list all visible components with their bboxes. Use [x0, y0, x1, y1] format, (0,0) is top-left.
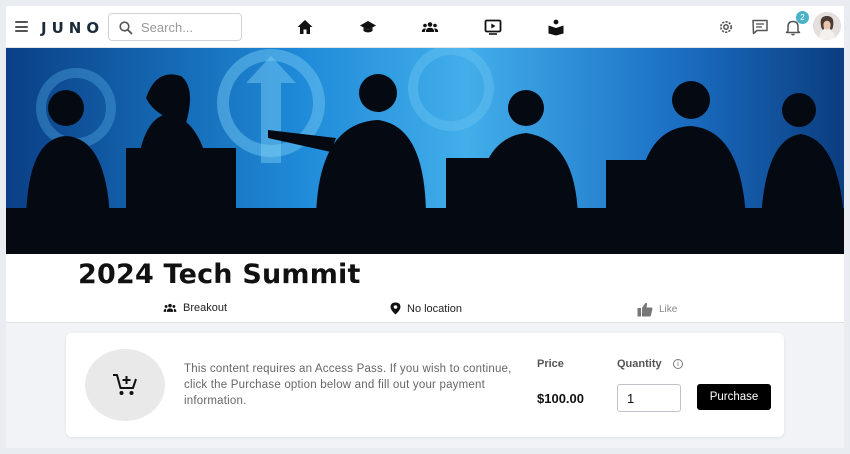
app-frame: JUNO 2 [6, 6, 844, 448]
home-icon[interactable] [296, 18, 314, 36]
search-icon [119, 21, 133, 35]
search-box[interactable] [108, 13, 242, 41]
like-label: Like [659, 304, 678, 315]
purchase-button[interactable]: Purchase [697, 384, 771, 410]
event-banner-image [6, 48, 844, 254]
event-type: Breakout [163, 302, 227, 314]
logo[interactable]: JUNO [41, 19, 104, 37]
quantity-label: Quantity [617, 358, 662, 370]
page-title: 2024 Tech Summit [78, 259, 361, 290]
notification-badge: 2 [796, 11, 809, 24]
access-pass-message: This content requires an Access Pass. If… [184, 363, 512, 407]
video-icon[interactable] [484, 18, 502, 36]
event-location-label: No location [407, 302, 463, 315]
cart-icon-container [85, 349, 165, 421]
price-label: Price [537, 358, 564, 370]
event-type-label: Breakout [183, 302, 228, 314]
location-pin-icon [390, 302, 401, 315]
top-nav-bar: JUNO 2 [6, 6, 844, 48]
book-reader-icon[interactable] [547, 18, 565, 36]
quantity-input[interactable] [617, 384, 681, 412]
graduation-cap-icon[interactable] [359, 18, 377, 36]
info-icon[interactable]: i [673, 359, 683, 369]
menu-icon[interactable] [15, 21, 28, 32]
settings-icon[interactable] [717, 18, 735, 36]
groups-icon[interactable] [421, 18, 439, 36]
like-button[interactable]: Like [637, 302, 677, 317]
access-pass-card: This content requires an Access Pass. If… [66, 333, 784, 437]
avatar[interactable] [813, 12, 841, 40]
groups-icon [163, 303, 177, 312]
chat-icon[interactable] [751, 18, 769, 36]
add-to-cart-icon [113, 374, 137, 395]
thumbs-up-icon [637, 302, 653, 317]
event-location: No location [390, 302, 462, 315]
search-input[interactable] [141, 18, 236, 37]
price-value: $100.00 [537, 391, 584, 406]
event-header: 2024 Tech Summit Breakout No location Li… [6, 254, 844, 323]
